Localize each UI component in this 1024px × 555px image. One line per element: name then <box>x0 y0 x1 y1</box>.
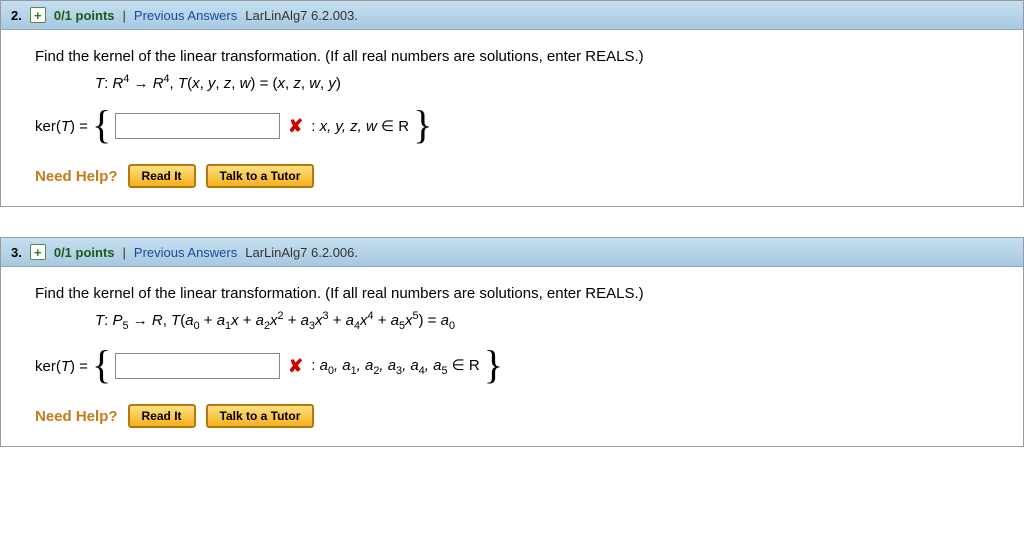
points-label: 0/1 points <box>54 245 115 260</box>
question-number: 2. <box>11 8 22 23</box>
transformation-def: T: R4 → R4, T(x, y, z, w) = (x, z, w, y) <box>95 73 989 92</box>
wrong-icon: ✘ <box>288 116 303 137</box>
question-number: 3. <box>11 245 22 260</box>
question-header: 3. + 0/1 points | Previous Answers LarLi… <box>1 238 1023 267</box>
set-condition: : a0, a1, a2, a3, a4, a5 ∈ R <box>311 356 479 377</box>
right-brace-icon: } <box>484 345 503 385</box>
points-label: 0/1 points <box>54 8 115 23</box>
question-2: 2. + 0/1 points | Previous Answers LarLi… <box>0 0 1024 207</box>
ker-label: ker(T) = <box>35 118 88 135</box>
help-row: Need Help? Read It Talk to a Tutor <box>35 404 989 428</box>
kernel-row: ker(T) = { ✘ : x, y, z, w ∈ R } <box>35 106 989 146</box>
ker-label: ker(T) = <box>35 358 88 375</box>
separator: | <box>123 245 126 260</box>
answer-input[interactable] <box>115 353 280 379</box>
set-condition: : x, y, z, w ∈ R <box>311 117 409 135</box>
question-body: Find the kernel of the linear transforma… <box>1 30 1023 206</box>
read-it-button[interactable]: Read It <box>128 404 196 428</box>
transformation-def: T: P5 → R, T(a0 + a1x + a2x2 + a3x3 + a4… <box>95 310 989 332</box>
previous-answers-link[interactable]: Previous Answers <box>134 245 237 260</box>
wrong-icon: ✘ <box>288 356 303 377</box>
plus-icon[interactable]: + <box>30 244 46 260</box>
right-brace-icon: } <box>413 105 432 145</box>
question-body: Find the kernel of the linear transforma… <box>1 267 1023 446</box>
talk-to-tutor-button[interactable]: Talk to a Tutor <box>206 164 315 188</box>
need-help-label: Need Help? <box>35 168 118 185</box>
question-prompt: Find the kernel of the linear transforma… <box>35 48 989 65</box>
question-ref: LarLinAlg7 6.2.006. <box>245 245 358 260</box>
kernel-row: ker(T) = { ✘ : a0, a1, a2, a3, a4, a5 ∈ … <box>35 346 989 386</box>
answer-input[interactable] <box>115 113 280 139</box>
help-row: Need Help? Read It Talk to a Tutor <box>35 164 989 188</box>
talk-to-tutor-button[interactable]: Talk to a Tutor <box>206 404 315 428</box>
question-header: 2. + 0/1 points | Previous Answers LarLi… <box>1 1 1023 30</box>
question-prompt: Find the kernel of the linear transforma… <box>35 285 989 302</box>
left-brace-icon: { <box>92 105 111 145</box>
read-it-button[interactable]: Read It <box>128 164 196 188</box>
left-brace-icon: { <box>92 345 111 385</box>
question-3: 3. + 0/1 points | Previous Answers LarLi… <box>0 237 1024 447</box>
need-help-label: Need Help? <box>35 408 118 425</box>
separator: | <box>123 8 126 23</box>
previous-answers-link[interactable]: Previous Answers <box>134 8 237 23</box>
question-ref: LarLinAlg7 6.2.003. <box>245 8 358 23</box>
plus-icon[interactable]: + <box>30 7 46 23</box>
